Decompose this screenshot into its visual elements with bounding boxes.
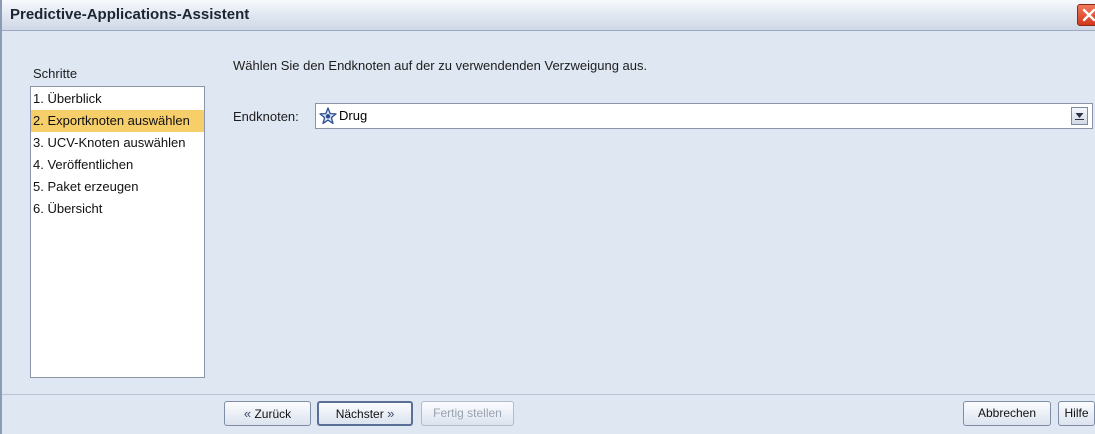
finish-button-label: Fertig stellen xyxy=(433,406,502,420)
back-chevron-icon: « xyxy=(243,406,252,421)
next-button[interactable]: Nächster » xyxy=(317,401,413,426)
endnode-value: Drug xyxy=(339,108,368,123)
chevron-down-icon xyxy=(1075,113,1084,120)
title-bar[interactable]: Predictive-Applications-Assistent xyxy=(2,0,1095,31)
endnode-dropdown-button[interactable] xyxy=(1071,107,1088,125)
cancel-button[interactable]: Abbrechen xyxy=(963,401,1051,426)
step-item-publish[interactable]: 4. Veröffentlichen xyxy=(31,154,204,176)
steps-panel: Schritte 1. Überblick 2. Exportknoten au… xyxy=(30,58,205,378)
back-button[interactable]: « Zurück xyxy=(224,401,311,426)
step-item-overview[interactable]: 1. Überblick xyxy=(31,88,204,110)
endnode-label: Endknoten: xyxy=(233,109,299,124)
back-button-label: Zurück xyxy=(254,407,292,421)
cancel-button-label: Abbrechen xyxy=(977,406,1037,420)
steps-header: Schritte xyxy=(33,66,78,81)
node-star-icon xyxy=(319,107,337,128)
help-button[interactable]: Hilfe xyxy=(1058,401,1095,426)
step-item-select-ucv-node[interactable]: 3. UCV-Knoten auswählen xyxy=(31,132,204,154)
instruction-text: Wählen Sie den Endknoten auf der zu verw… xyxy=(233,58,648,73)
step-item-create-package[interactable]: 5. Paket erzeugen xyxy=(31,176,204,198)
next-chevron-icon: » xyxy=(387,406,395,421)
endnode-select[interactable]: Drug xyxy=(315,103,1093,129)
help-button-label: Hilfe xyxy=(1064,406,1089,420)
wizard-window: Predictive-Applications-Assistent Schrit… xyxy=(0,0,1095,434)
step-item-summary[interactable]: 6. Übersicht xyxy=(31,198,204,220)
close-button[interactable] xyxy=(1077,4,1095,26)
footer-divider xyxy=(2,394,1095,395)
window-title: Predictive-Applications-Assistent xyxy=(10,6,250,23)
steps-list[interactable]: 1. Überblick 2. Exportknoten auswählen 3… xyxy=(30,86,205,378)
close-icon xyxy=(1082,8,1095,22)
next-button-label: Nächster xyxy=(335,407,384,421)
finish-button[interactable]: Fertig stellen xyxy=(421,401,514,426)
step-item-select-export-node[interactable]: 2. Exportknoten auswählen xyxy=(31,110,204,132)
